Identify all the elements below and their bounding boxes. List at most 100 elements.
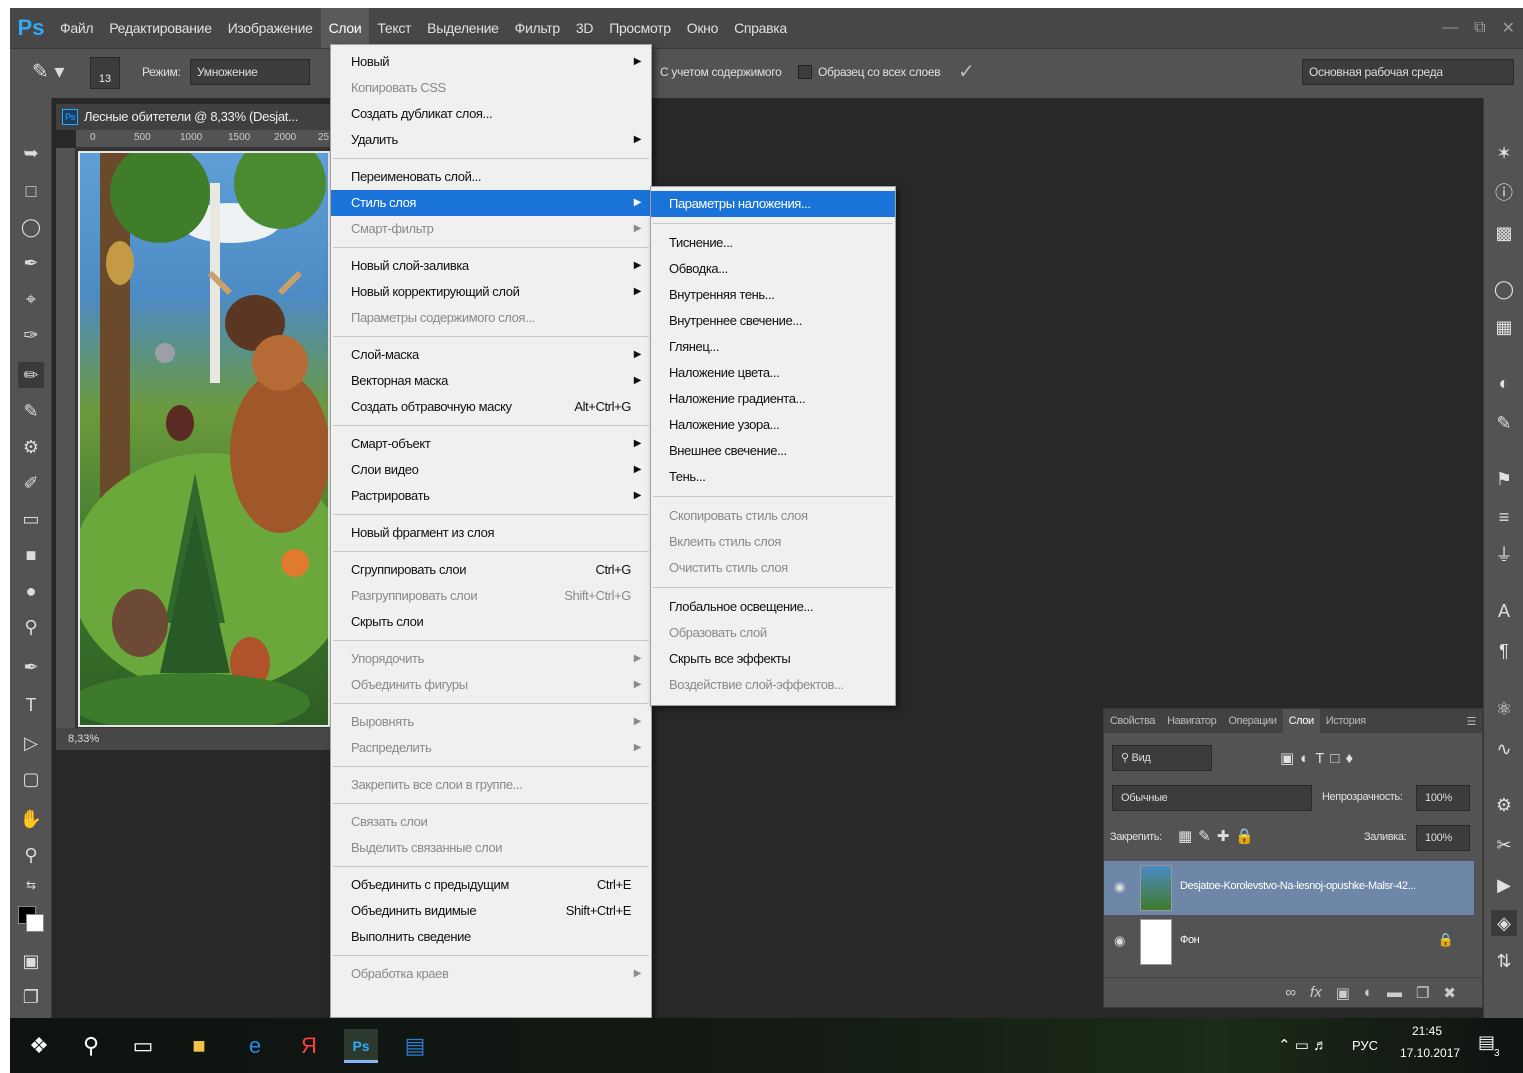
tab-layers[interactable]: Слои — [1282, 709, 1320, 733]
hand-tool-icon[interactable]: ✋ — [18, 806, 44, 832]
layers-menu-item[interactable]: Выполнить сведение — [331, 924, 651, 950]
layer-style-item[interactable]: Наложение цвета... — [651, 360, 895, 386]
layers-menu-item[interactable]: Растрировать ▶ — [331, 483, 651, 509]
layer-style-item[interactable]: Скрыть все эффекты — [651, 646, 895, 672]
screen-mode-icon[interactable]: ❐ — [18, 984, 44, 1010]
restore-icon[interactable]: ⧉ — [1474, 19, 1485, 37]
lock-icons[interactable]: ▦✎✚🔒 — [1178, 827, 1260, 845]
notifications-icon[interactable]: ▤ — [1478, 1032, 1495, 1053]
layers-menu-item[interactable]: Новый корректирующий слой ▶ — [331, 279, 651, 305]
layer-style-item[interactable]: Параметры наложения... — [651, 191, 895, 217]
histogram-icon[interactable]: ▩ — [1491, 220, 1517, 246]
photoshop-taskbar-icon[interactable]: Ps — [344, 1029, 378, 1063]
tray-icons[interactable]: ⌃ ▭ ♬ — [1278, 1036, 1328, 1054]
background-color-swatch[interactable] — [26, 914, 44, 932]
layers-menu-item[interactable]: Новый слой-заливка ▶ — [331, 253, 651, 279]
clock-time[interactable]: 21:45 — [1412, 1024, 1442, 1038]
forest-illustration[interactable] — [78, 151, 330, 727]
menu-select[interactable]: Выделение — [419, 8, 506, 48]
color-panel-icon[interactable]: ✶ — [1491, 140, 1517, 166]
document-tab[interactable]: Ps Лесные обитетели @ 8,33% (Desjat... — [56, 104, 330, 130]
layer-style-item[interactable]: Тиснение... — [651, 230, 895, 256]
layer-style-item[interactable]: Глобальное освещение... — [651, 594, 895, 620]
adjustment-layer-icon[interactable]: ◐ — [1364, 984, 1373, 1001]
layer-comps-icon[interactable]: ⇅ — [1491, 948, 1517, 974]
styles-icon[interactable]: ✎ — [1491, 410, 1517, 436]
visibility-eye-icon[interactable]: ◉ — [1114, 879, 1125, 895]
search-icon[interactable]: ⚲ — [74, 1029, 108, 1063]
tab-navigator[interactable]: Навигатор — [1161, 715, 1222, 727]
pressure-icon[interactable]: ✓ — [958, 59, 975, 84]
menu-view[interactable]: Просмотр — [601, 8, 679, 48]
character-panel-icon[interactable]: A — [1491, 598, 1517, 624]
layers-menu-item[interactable]: Смарт-объект ▶ — [331, 431, 651, 457]
menu-layers[interactable]: Слои — [320, 8, 370, 48]
layer-style-item[interactable]: Внешнее свечение... — [651, 438, 895, 464]
trash-icon[interactable]: ✖ — [1443, 984, 1456, 1002]
yandex-browser-icon[interactable]: Я — [292, 1029, 326, 1063]
layers-menu-item[interactable]: Слой-маска ▶ — [331, 342, 651, 368]
gradient-tool-icon[interactable]: ■ — [18, 542, 44, 568]
tab-properties[interactable]: Свойства — [1104, 715, 1161, 727]
layer-style-item[interactable]: Тень... — [651, 464, 895, 490]
pen-tool-icon[interactable]: ✒ — [18, 654, 44, 680]
layers-menu-item[interactable]: Удалить ▶ — [331, 127, 651, 153]
blend-mode-select[interactable]: Обычные — [1112, 785, 1312, 811]
eyedropper-tool-icon[interactable]: ✑ — [18, 322, 44, 348]
task-view-icon[interactable]: ▭ — [126, 1029, 160, 1063]
layer-row[interactable]: ◉ Desjatoe-Korolevstvo-Na-lesnoj-opushke… — [1104, 861, 1474, 915]
layer-style-item[interactable]: Обводка... — [651, 256, 895, 282]
layers-menu-item[interactable]: Слои видео ▶ — [331, 457, 651, 483]
clone-stamp-tool-icon[interactable]: ⚙ — [18, 434, 44, 460]
new-layer-icon[interactable]: ❐ — [1416, 984, 1429, 1002]
marquee-tool-icon[interactable]: □ — [18, 178, 44, 204]
menu-window[interactable]: Окно — [679, 8, 726, 48]
layer-filter-select[interactable]: ⚲ Вид — [1112, 745, 1212, 771]
menu-type[interactable]: Текст — [369, 8, 419, 48]
layer-style-item[interactable]: Внутренняя тень... — [651, 282, 895, 308]
swatches-icon[interactable]: ▦ — [1491, 314, 1517, 340]
layers-menu-item[interactable]: Переименовать слой... — [331, 164, 651, 190]
rectangle-tool-icon[interactable]: ▢ — [18, 766, 44, 792]
menu-file[interactable]: Файл — [52, 8, 101, 48]
add-mask-icon[interactable]: ▣ — [1336, 984, 1350, 1002]
blur-tool-icon[interactable]: ● — [18, 578, 44, 604]
close-icon[interactable]: ✕ — [1502, 18, 1515, 38]
menu-help[interactable]: Справка — [726, 8, 795, 48]
zoom-tool-icon[interactable]: ⚲ — [18, 842, 44, 868]
panel-menu-icon[interactable]: ☰ — [1461, 715, 1482, 728]
layers-menu-item[interactable]: Новый ▶ — [331, 49, 651, 75]
layer-filter-icons[interactable]: ▣◐T□♦ — [1280, 749, 1359, 767]
fill-field[interactable]: 100% — [1416, 825, 1470, 851]
layers-menu-item[interactable]: Объединить с предыдущим Ctrl+E — [331, 872, 651, 898]
layer-style-item[interactable]: Наложение градиента... — [651, 386, 895, 412]
lasso-tool-icon[interactable]: ◯ — [18, 214, 44, 240]
menu-image[interactable]: Изображение — [220, 8, 321, 48]
layers-menu-item[interactable]: Новый фрагмент из слоя — [331, 520, 651, 546]
dodge-tool-icon[interactable]: ⚲ — [18, 614, 44, 640]
layers-menu-item[interactable]: Векторная маска ▶ — [331, 368, 651, 394]
history-brush-tool-icon[interactable]: ✐ — [18, 470, 44, 496]
opacity-field[interactable]: 100% — [1416, 785, 1470, 811]
file-explorer-icon[interactable]: ■ — [182, 1029, 216, 1063]
crop-tool-icon[interactable]: ⌖ — [18, 286, 44, 312]
layers-menu-item[interactable]: Стиль слоя ▶ — [331, 190, 651, 216]
link-layers-icon[interactable]: ∞ — [1285, 984, 1296, 1001]
adjustments-icon[interactable]: ◐ — [1491, 370, 1517, 396]
clone-source-icon[interactable]: ⏚ — [1491, 542, 1517, 568]
language-indicator[interactable]: РУС — [1352, 1038, 1378, 1053]
paths-icon[interactable]: ∿ — [1491, 736, 1517, 762]
3d-panel-icon[interactable]: ◯ — [1491, 276, 1517, 302]
type-tool-icon[interactable]: T — [18, 692, 44, 718]
menu-edit[interactable]: Редактирование — [101, 8, 219, 48]
brush-tool-preset-icon[interactable]: ✎ ▾ — [32, 59, 80, 87]
layers-menu-item[interactable]: Создать дубликат слоя... — [331, 101, 651, 127]
menu-filter[interactable]: Фильтр — [507, 8, 568, 48]
quick-select-tool-icon[interactable]: ✒ — [18, 250, 44, 276]
info-panel-icon[interactable]: ⓘ — [1491, 180, 1517, 206]
sample-all-checkbox[interactable] — [798, 65, 812, 79]
quick-mask-icon[interactable]: ▣ — [18, 948, 44, 974]
edge-browser-icon[interactable]: e — [238, 1029, 272, 1063]
layers-menu-item[interactable]: Скрыть слои — [331, 609, 651, 635]
swap-colors-icon[interactable]: ⇆ — [18, 872, 44, 898]
